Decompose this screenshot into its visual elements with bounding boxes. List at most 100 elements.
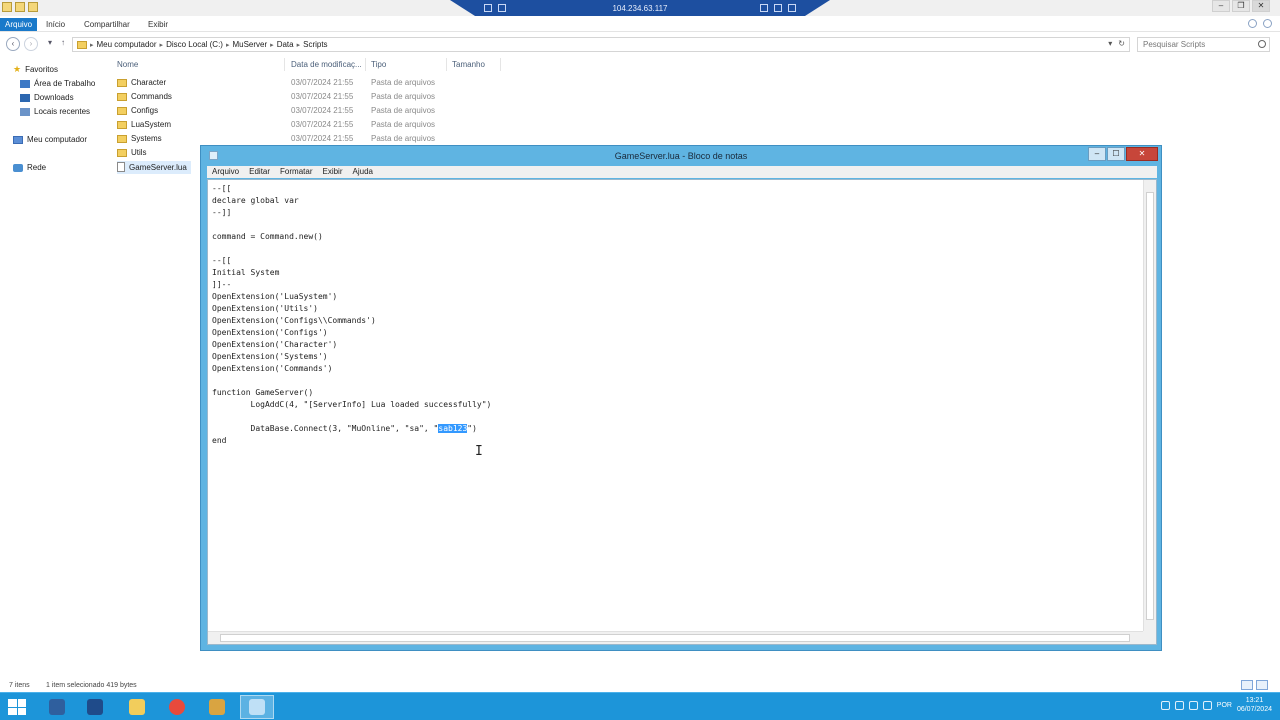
input-language[interactable]: POR (1217, 702, 1232, 709)
search-icon[interactable] (1258, 40, 1266, 48)
network-icon (13, 163, 23, 172)
nav-recent-label: Locais recentes (34, 107, 91, 116)
back-button[interactable]: ‹ (6, 37, 20, 51)
folder-icon[interactable] (2, 2, 12, 12)
address-bar[interactable]: ▸ Meu computador ▸ Disco Local (C:) ▸ Mu… (72, 37, 1130, 52)
server-manager-taskbar-button[interactable] (40, 695, 74, 719)
properties-icon[interactable] (15, 2, 25, 12)
nav-computer-label: Meu computador (27, 135, 88, 144)
server-manager-icon (49, 699, 65, 715)
file-row-selected[interactable]: GameServer.lua (117, 161, 191, 174)
selection-info: 1 item selecionado 419 bytes (46, 682, 137, 689)
network-icon[interactable] (1174, 700, 1184, 710)
selected-text: sab123 (438, 424, 468, 433)
file-explorer-taskbar-button[interactable] (120, 695, 154, 719)
start-button[interactable] (8, 699, 26, 715)
code-text: --[[ (212, 184, 232, 193)
column-header-name[interactable]: Nome (112, 58, 285, 71)
nav-network[interactable]: Rede (13, 163, 46, 172)
file-name: Configs (131, 106, 159, 115)
close-button[interactable]: ✕ (1252, 0, 1270, 12)
nav-desktop[interactable]: Área de Trabalho (20, 79, 95, 88)
breadcrumb-scripts[interactable]: Scripts (303, 40, 327, 49)
tools-taskbar-button[interactable] (200, 695, 234, 719)
file-row[interactable]: LuaSystem 03/07/2024 21:55 Pasta de arqu… (117, 119, 512, 132)
nav-computer[interactable]: Meu computador (13, 135, 87, 144)
menu-formatar[interactable]: Formatar (275, 166, 317, 178)
notepad-taskbar-button[interactable] (240, 695, 274, 719)
code-text: --]] (212, 208, 232, 217)
minimize-button[interactable]: – (1088, 147, 1106, 161)
code-text: OpenExtension('LuaSystem') (212, 292, 338, 301)
breadcrumb-computer[interactable]: Meu computador (97, 40, 157, 49)
vertical-scrollbar[interactable] (1143, 180, 1156, 632)
clock[interactable]: 13:21 06/07/2024 (1237, 696, 1272, 714)
close-icon[interactable] (788, 4, 796, 12)
code-text: LogAddC(4, "[ServerInfo] Lua loaded succ… (212, 400, 492, 409)
expand-ribbon-icon[interactable] (1248, 19, 1257, 28)
powershell-taskbar-button[interactable] (78, 695, 112, 719)
column-header-size[interactable]: Tamanho (447, 58, 501, 71)
large-icons-view-icon[interactable] (1256, 680, 1268, 690)
up-button[interactable]: ↑ (56, 37, 70, 51)
menu-ajuda[interactable]: Ajuda (348, 166, 378, 178)
file-type: Pasta de arquivos (371, 120, 436, 129)
details-view-icon[interactable] (1241, 680, 1253, 690)
restore-button[interactable]: ❐ (1232, 0, 1250, 12)
code-line: ]]-- (212, 279, 1137, 291)
recent-places-icon (20, 107, 30, 116)
file-name: Systems (131, 134, 162, 143)
code-text: OpenExtension('Character') (212, 340, 338, 349)
help-icon[interactable] (1263, 19, 1272, 28)
refresh-icon[interactable]: ↻ (1118, 39, 1125, 48)
tab-arquivo[interactable]: Arquivo (0, 18, 38, 31)
maximize-button[interactable]: ☐ (1107, 147, 1125, 161)
breadcrumb-local-disk[interactable]: Disco Local (C:) (166, 40, 223, 49)
star-icon: ★ (13, 64, 22, 74)
new-folder-icon[interactable] (28, 2, 38, 12)
notepad-titlebar[interactable]: GameServer.lua - Bloco de notas – ☐ ✕ (201, 146, 1161, 166)
code-text: end (212, 436, 227, 445)
nav-favorites[interactable]: ★ Favoritos (13, 64, 58, 75)
chevron-down-icon[interactable]: ▾ (1108, 39, 1112, 48)
breadcrumb-muserver[interactable]: MuServer (232, 40, 267, 49)
nav-downloads[interactable]: Downloads (20, 93, 74, 102)
minimize-icon[interactable] (760, 4, 768, 12)
scrollbar-thumb[interactable] (220, 634, 1130, 642)
file-row[interactable]: Character 03/07/2024 21:55 Pasta de arqu… (117, 77, 512, 90)
recent-locations-button[interactable]: ▾ (43, 37, 57, 51)
restore-icon[interactable] (774, 4, 782, 12)
folder-icon (77, 40, 87, 49)
minimize-button[interactable]: – (1212, 0, 1230, 12)
text-editor[interactable]: --[[declare global var --]] command = Comm… (207, 179, 1157, 645)
lua-file-icon (117, 162, 125, 172)
close-button[interactable]: ✕ (1126, 147, 1158, 161)
code-line: OpenExtension('Character') (212, 339, 1137, 351)
code-line: OpenExtension('Configs') (212, 327, 1137, 339)
file-row[interactable]: Commands 03/07/2024 21:55 Pasta de arqui… (117, 91, 512, 104)
chrome-taskbar-button[interactable] (160, 695, 194, 719)
nav-recent[interactable]: Locais recentes (20, 107, 90, 116)
action-center-icon[interactable] (1202, 700, 1212, 710)
column-header-type[interactable]: Tipo (366, 58, 447, 71)
menu-editar[interactable]: Editar (244, 166, 275, 178)
tab-compartilhar[interactable]: Compartilhar (79, 18, 135, 31)
scrollbar-thumb[interactable] (1146, 192, 1154, 620)
menu-exibir[interactable]: Exibir (317, 166, 347, 178)
notification-icon[interactable] (1160, 700, 1170, 710)
breadcrumb-data[interactable]: Data (277, 40, 294, 49)
file-row[interactable]: Configs 03/07/2024 21:55 Pasta de arquiv… (117, 105, 512, 118)
search-input[interactable]: Pesquisar Scripts (1137, 37, 1270, 52)
menu-arquivo[interactable]: Arquivo (207, 166, 244, 178)
file-date: 03/07/2024 21:55 (291, 92, 354, 101)
tab-exibir[interactable]: Exibir (143, 18, 173, 31)
volume-icon[interactable] (1188, 700, 1198, 710)
editor-content[interactable]: --[[declare global var --]] command = Comm… (212, 183, 1137, 635)
forward-button[interactable]: › (24, 37, 38, 51)
rdp-connection-bar: 104.234.63.117 (450, 0, 830, 17)
column-header-date[interactable]: Data de modificaç... (286, 58, 366, 71)
horizontal-scrollbar[interactable] (208, 631, 1144, 644)
tab-inicio[interactable]: Início (41, 18, 70, 31)
code-line: command = Command.new() (212, 231, 1137, 243)
